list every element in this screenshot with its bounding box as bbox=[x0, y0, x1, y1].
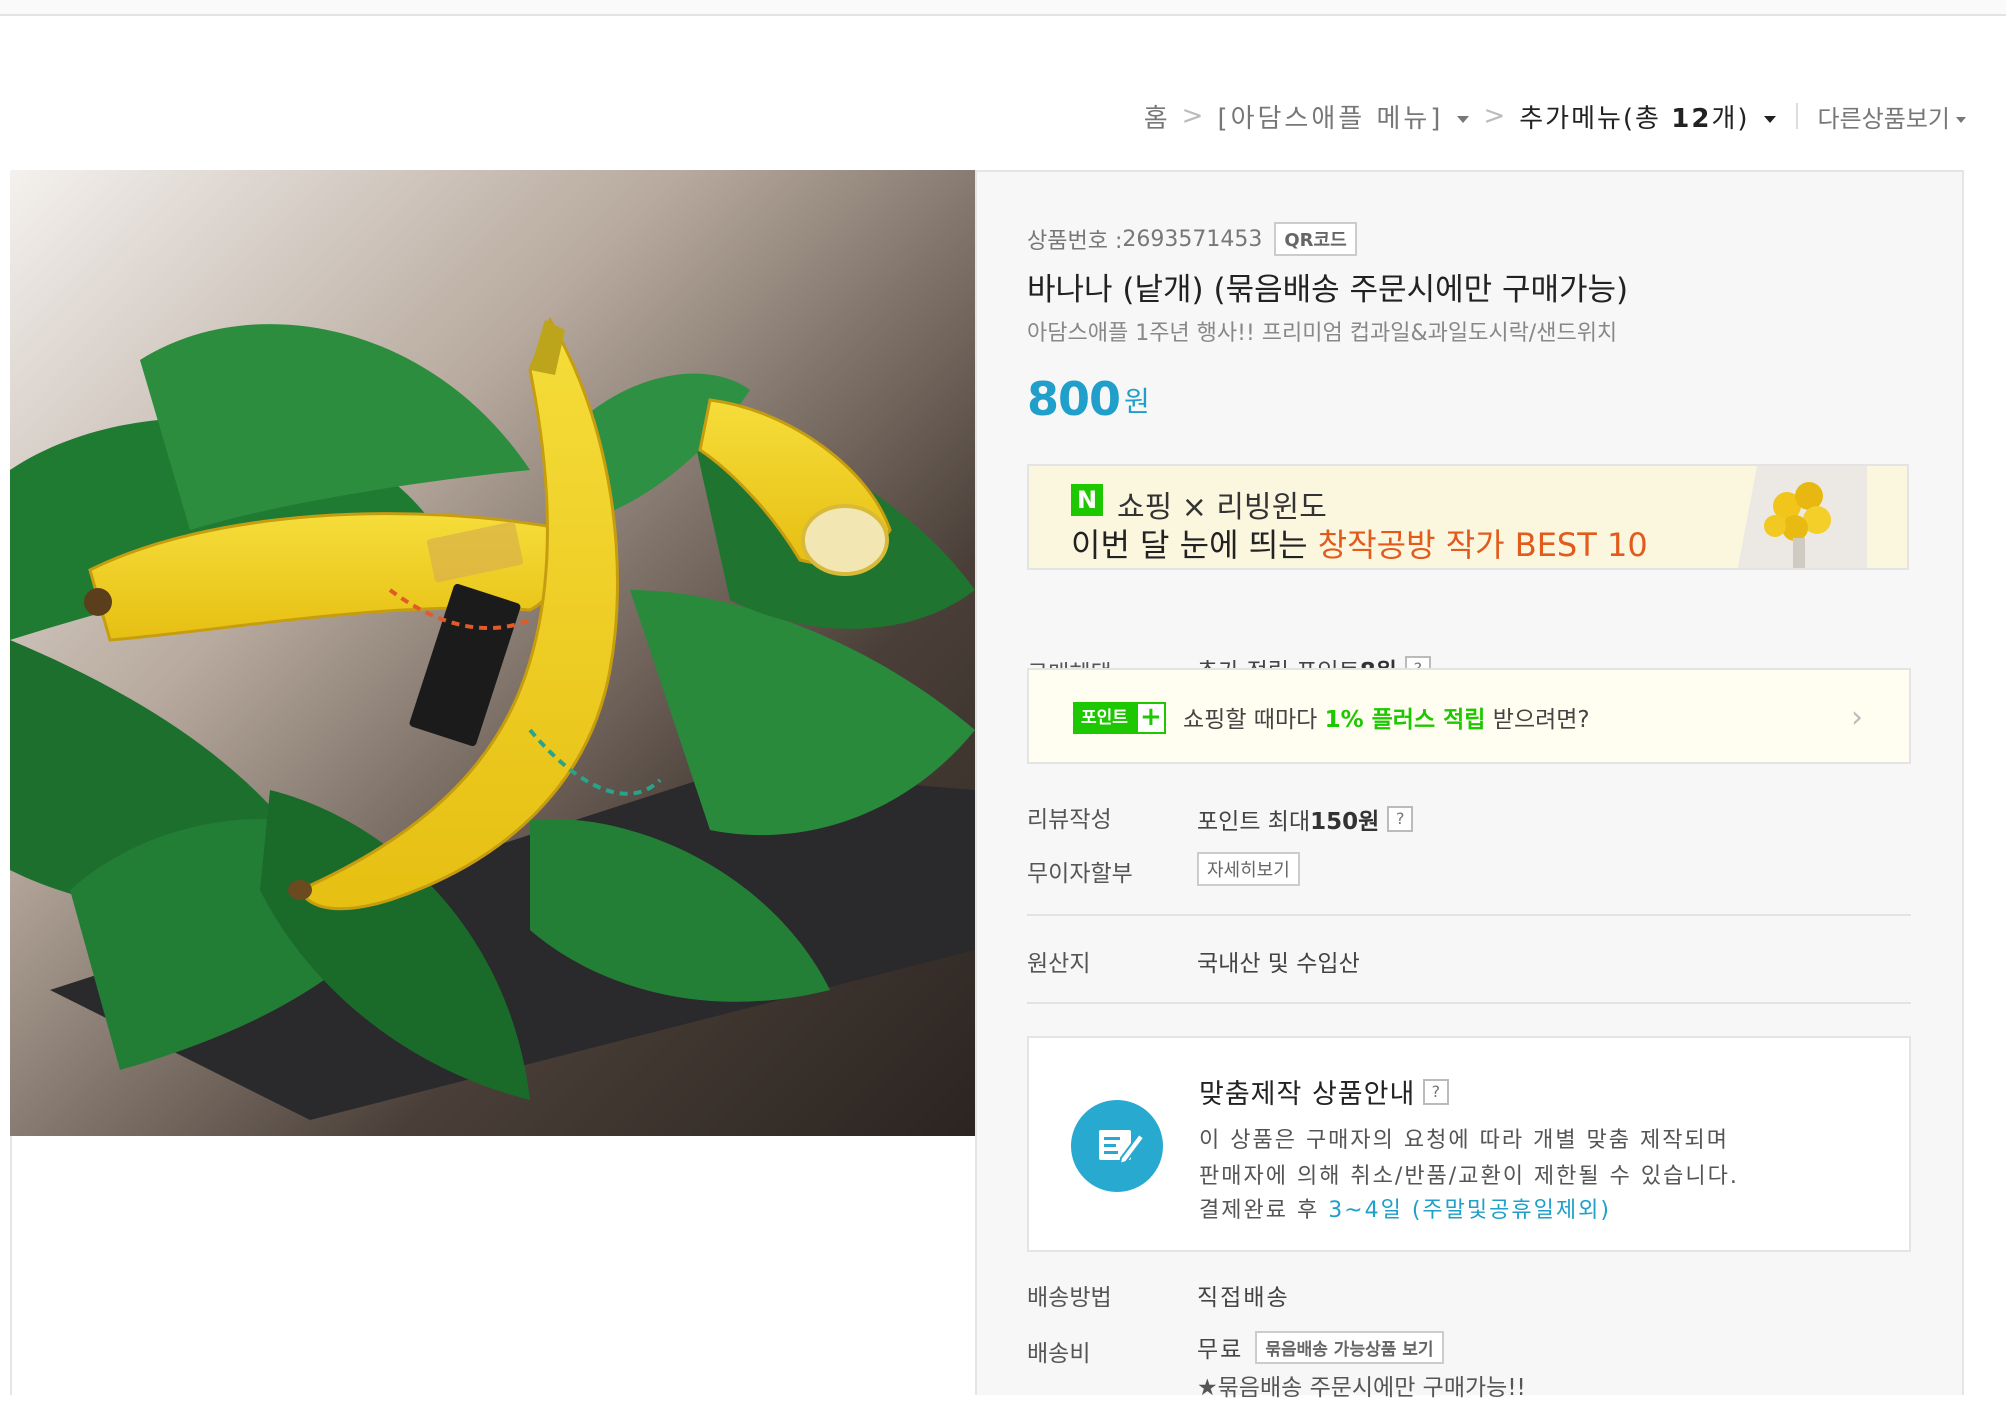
point-badge-label: 포인트 bbox=[1073, 702, 1136, 734]
price-value: 800 bbox=[1027, 372, 1121, 426]
breadcrumb-current-prefix: 추가메뉴(총 bbox=[1519, 103, 1672, 134]
breadcrumb-category[interactable]: [아담스애플 메뉴] bbox=[1217, 98, 1470, 135]
view-details-button[interactable]: 자세히보기 bbox=[1197, 852, 1300, 886]
review-value-prefix: 포인트 최대 bbox=[1197, 809, 1311, 835]
chevron-down-icon bbox=[1763, 115, 1776, 123]
product-price: 800 원 bbox=[1027, 372, 1150, 426]
point-plus-suffix: 받으려면? bbox=[1485, 707, 1590, 733]
bundle-products-button[interactable]: 묶음배송 가능상품 보기 bbox=[1255, 1330, 1444, 1364]
breadcrumb-separator: > bbox=[1483, 101, 1506, 131]
breadcrumb-current-suffix: 개) bbox=[1711, 103, 1750, 134]
plus-icon: + bbox=[1135, 702, 1166, 734]
breadcrumb-current[interactable]: 추가메뉴(총 12개) bbox=[1519, 98, 1776, 135]
chevron-down-icon bbox=[1457, 115, 1470, 123]
point-plus-prefix: 쇼핑할 때마다 bbox=[1183, 707, 1325, 733]
breadcrumb-home[interactable]: 홈 bbox=[1144, 98, 1168, 135]
review-amount: 150원 bbox=[1310, 809, 1380, 835]
other-products-dropdown[interactable]: 다른상품보기 bbox=[1818, 99, 1966, 134]
help-icon[interactable]: ? bbox=[1423, 1078, 1450, 1105]
banner-line2: 이번 달 눈에 띄는 창작공방 작가 BEST 10 bbox=[1071, 520, 1648, 566]
chevron-right-icon: › bbox=[1851, 700, 1863, 735]
breadcrumb: 홈 > [아담스애플 메뉴] > 추가메뉴(총 12개) 다른상품보기 bbox=[1144, 96, 1966, 136]
product-title: 바나나 (낱개) (묶음배송 주문시에만 구매가능) bbox=[1027, 272, 1629, 308]
origin-label: 원산지 bbox=[1027, 951, 1091, 977]
custom-notice-line2: 판매자에 의해 취소/반품/교환이 제한될 수 있습니다. bbox=[1199, 1164, 1739, 1189]
price-unit: 원 bbox=[1124, 385, 1150, 418]
review-value: 포인트 최대 150원 ? bbox=[1197, 802, 1414, 836]
flower-bouquet-image bbox=[1737, 466, 1867, 568]
installment-label: 무이자할부 bbox=[1027, 861, 1133, 887]
shipping-note: ★묶음배송 주문시에만 구매가능!! bbox=[1197, 1375, 1526, 1401]
edit-icon bbox=[1071, 1100, 1163, 1192]
shopping-living-window-banner[interactable]: N 쇼핑 × 리빙윈도 이번 달 눈에 띄는 창작공방 작가 BEST 10 bbox=[1027, 464, 1909, 570]
divider bbox=[1027, 1002, 1911, 1004]
divider bbox=[1027, 914, 1911, 916]
shipping-fee-label: 배송비 bbox=[1027, 1341, 1091, 1367]
custom-notice-line1: 이 상품은 구매자의 요청에 따라 개별 맞춤 제작되며 bbox=[1199, 1128, 1729, 1153]
top-border bbox=[0, 0, 2006, 16]
installment-value: 자세히보기 bbox=[1197, 852, 1300, 886]
image-panel-spacer bbox=[10, 1136, 977, 1395]
breadcrumb-separator: > bbox=[1181, 101, 1204, 131]
help-icon[interactable]: ? bbox=[1387, 806, 1414, 832]
custom-notice-line3: 결제완료 후 3~4일 (주말및공휴일제외) bbox=[1199, 1192, 1611, 1224]
product-number-value: 2693571453 bbox=[1122, 226, 1263, 252]
product-image[interactable] bbox=[10, 170, 975, 1136]
origin-value: 국내산 및 수입산 bbox=[1197, 951, 1360, 977]
divider bbox=[1795, 103, 1798, 129]
banner-line2-prefix: 이번 달 눈에 띄는 bbox=[1071, 526, 1318, 564]
qr-code-button[interactable]: QR코드 bbox=[1274, 222, 1357, 256]
product-subtitle: 아담스애플 1주년 행사!! 프리미엄 컵과일&과일도시락/샌드위치 bbox=[1027, 321, 1618, 346]
shipping-fee-text: 무료 bbox=[1197, 1337, 1244, 1363]
shipping-fee-value: 무료 묶음배송 가능상품 보기 bbox=[1197, 1330, 1444, 1364]
custom-notice-line3-prefix: 결제완료 후 bbox=[1199, 1198, 1329, 1223]
custom-made-notice: 맞춤제작 상품안내 ? 이 상품은 구매자의 요청에 따라 개별 맞춤 제작되며… bbox=[1027, 1036, 1911, 1252]
other-products-label: 다른상품보기 bbox=[1817, 104, 1950, 133]
point-plus-badge: 포인트 + bbox=[1073, 702, 1166, 734]
custom-notice-line3-highlight: 3~4일 (주말및공휴일제외) bbox=[1328, 1198, 1611, 1223]
point-plus-banner[interactable]: 포인트 + 쇼핑할 때마다 1% 플러스 적립 받으려면? › bbox=[1027, 668, 1911, 764]
point-plus-text: 쇼핑할 때마다 1% 플러스 적립 받으려면? bbox=[1183, 700, 1590, 734]
banana-photo bbox=[10, 170, 975, 1136]
review-label: 리뷰작성 bbox=[1027, 807, 1112, 833]
breadcrumb-category-label: [아담스애플 메뉴] bbox=[1217, 103, 1444, 134]
naver-n-logo: N bbox=[1071, 484, 1103, 516]
shipping-method-label: 배송방법 bbox=[1027, 1285, 1112, 1311]
custom-notice-title: 맞춤제작 상품안내 ? bbox=[1199, 1072, 1450, 1111]
product-number: 상품번호 : 2693571453 QR코드 bbox=[1027, 222, 1357, 256]
point-plus-highlight: 1% 플러스 적립 bbox=[1324, 707, 1486, 733]
shipping-method-value: 직접배송 bbox=[1197, 1285, 1290, 1311]
breadcrumb-current-count: 12 bbox=[1671, 103, 1712, 134]
product-number-label: 상품번호 : bbox=[1027, 229, 1123, 254]
banner-line2-highlight: 창작공방 작가 BEST 10 bbox=[1317, 526, 1648, 564]
chevron-down-icon bbox=[1956, 116, 1966, 123]
product-info-panel: 상품번호 : 2693571453 QR코드 바나나 (낱개) (묶음배송 주문… bbox=[975, 170, 1964, 1401]
custom-notice-title-text: 맞춤제작 상품안내 bbox=[1199, 1079, 1416, 1110]
